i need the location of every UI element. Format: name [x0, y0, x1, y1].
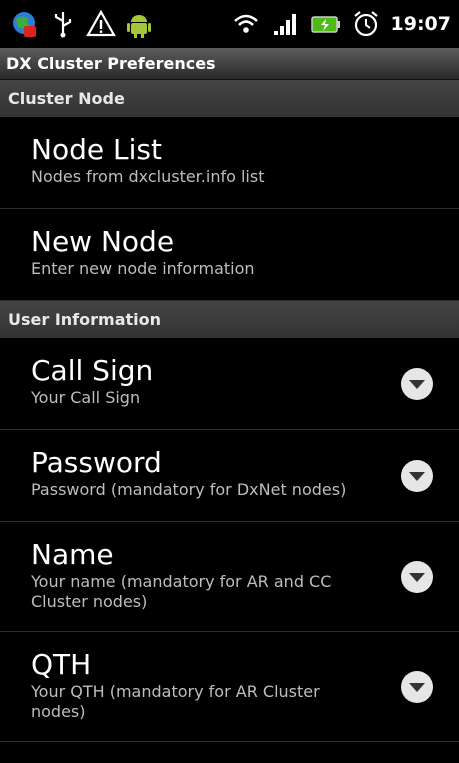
usb-icon [54, 12, 72, 38]
pref-title: Node List [31, 133, 162, 166]
category-label: Cluster Node [8, 89, 125, 108]
dropdown-arrow-icon[interactable] [399, 669, 435, 705]
pref-node-list[interactable]: Node List Nodes from dxcluster.info list [0, 117, 459, 209]
alarm-icon [353, 11, 378, 37]
category-label: User Information [8, 310, 161, 329]
warning-icon [86, 9, 116, 37]
pref-summary: Your QTH (mandatory for AR Cluster nodes… [31, 682, 320, 721]
page-title: DX Cluster Preferences [6, 54, 216, 73]
system-icons: 19:07 [231, 9, 459, 39]
globe-notification-icon [13, 12, 36, 37]
status-bar: 19:07 [0, 0, 459, 48]
pref-call-sign[interactable]: Call Sign Your Call Sign [0, 338, 459, 430]
category-user-information: User Information [0, 301, 459, 338]
pref-title: QTH [31, 648, 92, 681]
notification-icons [0, 9, 154, 39]
pref-title: Password [31, 446, 162, 479]
battery-charging-icon [310, 16, 340, 33]
pref-password[interactable]: Password Password (mandatory for DxNet n… [0, 430, 459, 522]
pref-qth[interactable]: QTH Your QTH (mandatory for AR Cluster n… [0, 632, 459, 742]
pref-title: New Node [31, 225, 175, 258]
dropdown-arrow-icon[interactable] [399, 559, 435, 595]
pref-title: Name [31, 538, 114, 571]
pref-new-node[interactable]: New Node Enter new node information [0, 209, 459, 301]
preferences-list[interactable]: Cluster Node Node List Nodes from dxclus… [0, 80, 459, 742]
category-cluster-node: Cluster Node [0, 80, 459, 117]
pref-summary: Enter new node information [31, 259, 255, 278]
pref-title: Call Sign [31, 354, 154, 387]
dropdown-arrow-icon[interactable] [399, 366, 435, 402]
signal-icon [273, 14, 296, 35]
pref-summary: Your name (mandatory for AR and CC Clust… [31, 572, 332, 611]
pref-name[interactable]: Name Your name (mandatory for AR and CC … [0, 522, 459, 632]
dropdown-arrow-icon[interactable] [399, 458, 435, 494]
pref-summary: Your Call Sign [31, 388, 141, 407]
pref-summary: Nodes from dxcluster.info list [31, 167, 265, 186]
clock: 19:07 [390, 13, 451, 35]
wifi-icon [233, 14, 258, 33]
android-icon [127, 15, 151, 38]
pref-summary: Password (mandatory for DxNet nodes) [31, 480, 347, 499]
title-bar: DX Cluster Preferences [0, 48, 459, 80]
